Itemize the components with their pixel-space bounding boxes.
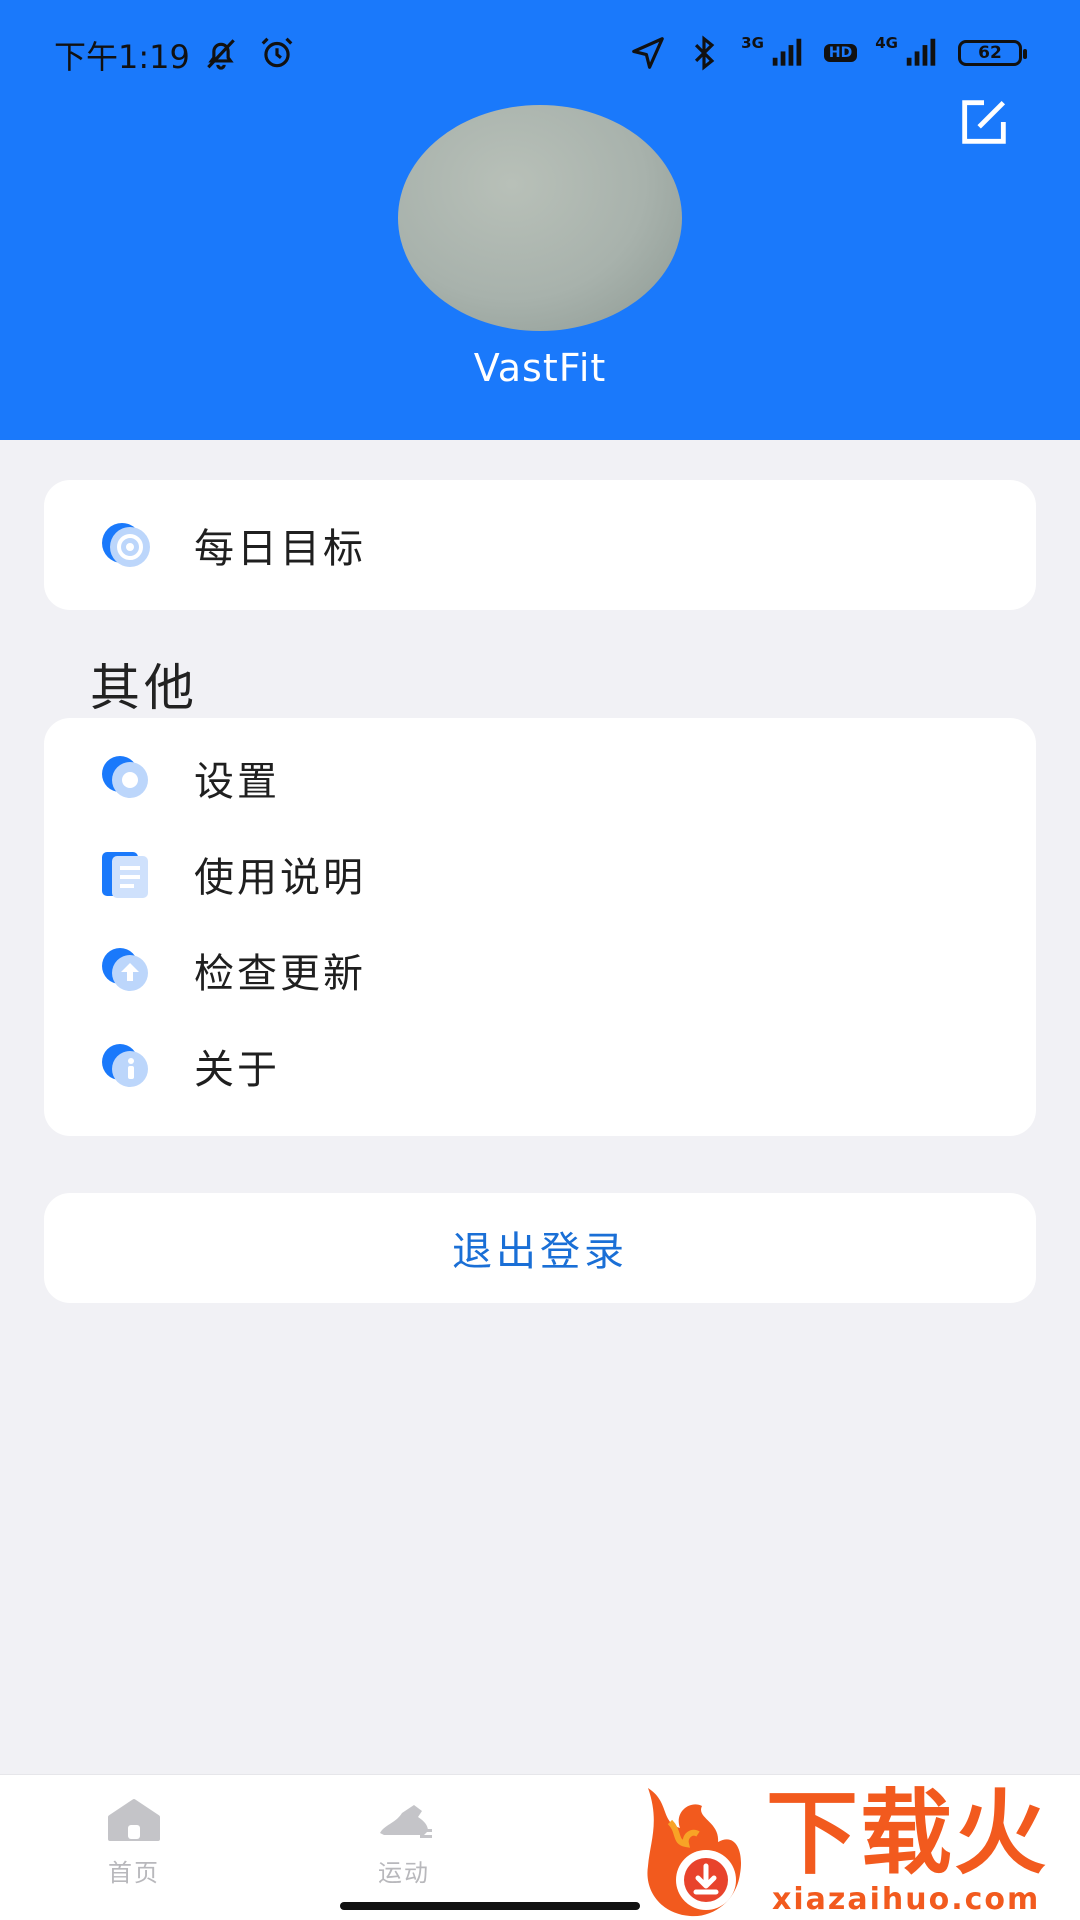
list-item-manual[interactable]: 使用说明 (44, 834, 1036, 914)
target-icon (102, 523, 150, 567)
home-icon (108, 1799, 160, 1841)
manual-label: 使用说明 (194, 855, 366, 901)
settings-label: 设置 (194, 759, 280, 805)
home-indicator (340, 1902, 640, 1910)
watermark: 下载火 xiazaihuo.com (640, 1782, 1080, 1920)
battery-level: 62 (978, 43, 1002, 63)
manual-icon (102, 852, 148, 898)
avatar[interactable] (398, 105, 682, 331)
settings-icon (102, 756, 148, 798)
network-4g-label: 4G (875, 33, 898, 52)
watermark-text: 下载火 (766, 1780, 1049, 1887)
info-icon (102, 1044, 148, 1087)
edit-icon (962, 100, 1006, 144)
logout-label: 退出登录 (452, 1229, 628, 1275)
signal-icon (906, 38, 936, 66)
flame-logo-icon (647, 1788, 742, 1917)
status-time: 下午1:19 (54, 38, 190, 76)
daily-goal-label: 每日目标 (194, 526, 366, 572)
bell-muted-icon (207, 39, 235, 70)
update-label: 检查更新 (194, 951, 366, 997)
list-item-settings[interactable]: 设置 (44, 738, 1036, 818)
tab-home[interactable]: 首页 (64, 1795, 204, 1888)
battery-icon: 62 (958, 40, 1027, 66)
watermark-url: xiazaihuo.com (772, 1882, 1041, 1917)
edit-profile-button[interactable] (952, 90, 1016, 154)
location-arrow-icon (632, 37, 664, 69)
update-icon (102, 948, 148, 991)
list-item-about[interactable]: 关于 (44, 1026, 1036, 1106)
other-card: 设置 使用说明 检查更新 关于 (44, 718, 1036, 1136)
section-title-other: 其他 (90, 659, 198, 717)
status-bar: 下午1:19 3G HD 4G 62 (0, 0, 1080, 104)
bluetooth-icon (695, 35, 715, 71)
daily-goal-card[interactable]: 每日目标 (44, 480, 1036, 610)
list-item-update[interactable]: 检查更新 (44, 930, 1036, 1010)
tab-sport-label: 运动 (378, 1859, 430, 1887)
about-label: 关于 (194, 1047, 280, 1093)
alarm-icon (261, 37, 293, 68)
logout-button[interactable]: 退出登录 (44, 1193, 1036, 1303)
network-3g-label: 3G (741, 33, 764, 52)
signal-icon (772, 38, 802, 66)
daily-goal-item[interactable]: 每日目标 (44, 505, 1036, 585)
tab-sport[interactable]: 运动 (334, 1795, 474, 1888)
tab-home-label: 首页 (108, 1859, 160, 1887)
sport-shoe-icon (380, 1805, 432, 1838)
username: VastFit (473, 346, 607, 390)
hd-badge: HD (823, 44, 858, 62)
